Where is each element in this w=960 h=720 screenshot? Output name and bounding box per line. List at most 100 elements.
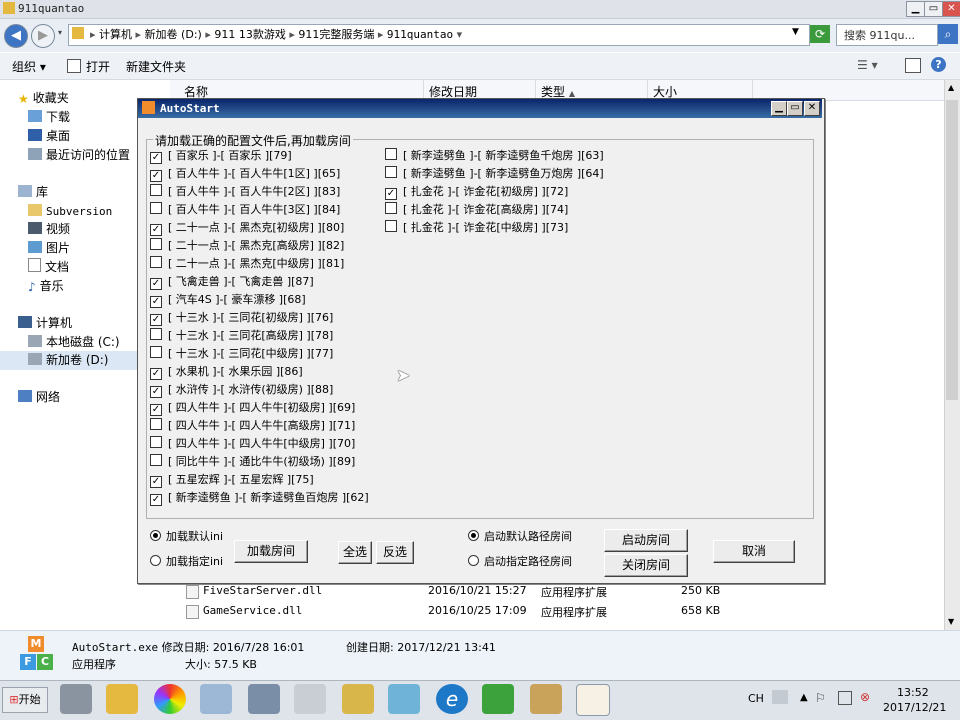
new-folder-button[interactable]: 新建文件夹 — [126, 58, 186, 75]
mouse-cursor-icon: ➤ — [396, 366, 411, 386]
sync-icon[interactable] — [482, 684, 514, 714]
invert-selection-button[interactable]: 反选 — [376, 541, 414, 564]
column-separator[interactable] — [647, 80, 648, 100]
organize-button[interactable]: 组织 ▾ — [12, 58, 46, 75]
load-specified-ini-radio[interactable]: 加载指定ini — [150, 555, 223, 569]
back-button[interactable]: ◀ — [4, 24, 28, 48]
room-checkbox[interactable]: [ 四人牛牛 ]-[ 四人牛牛[高级房] ][71] — [150, 417, 369, 435]
scrollbar-thumb[interactable] — [946, 100, 958, 400]
select-all-button[interactable]: 全选 — [338, 541, 372, 564]
room-checkbox[interactable]: [ 扎金花 ]-[ 诈金花[高级房] ][74] — [385, 201, 604, 219]
network-app-icon[interactable] — [200, 684, 232, 714]
keyboard-icon[interactable] — [772, 690, 788, 704]
room-checkbox[interactable]: [ 扎金花 ]-[ 诈金花[中级房] ][73] — [385, 219, 604, 237]
room-checkbox[interactable]: [ 新李逵劈鱼 ]-[ 新李逵劈鱼千炮房 ][63] — [385, 147, 604, 165]
forward-button[interactable]: ▶ — [31, 24, 55, 48]
volume-muted-icon[interactable]: ⊗ — [860, 690, 870, 704]
room-checkbox[interactable]: ✓ [ 汽车4S ]-[ 豪车漂移 ][68] — [150, 291, 369, 309]
explorer-icon[interactable] — [106, 684, 138, 714]
breadcrumb-item[interactable]: 911完整服务端 — [298, 28, 374, 41]
room-checkbox[interactable]: [ 新李逵劈鱼 ]-[ 新李逵劈鱼万炮房 ][64] — [385, 165, 604, 183]
room-checkbox[interactable]: [ 二十一点 ]-[ 黑杰克[高级房] ][82] — [150, 237, 369, 255]
refresh-icon[interactable]: ⟳ — [810, 25, 830, 43]
sort-ascending-icon: ▲ — [568, 89, 575, 98]
room-checkbox[interactable]: [ 百人牛牛 ]-[ 百人牛牛[3区] ][84] — [150, 201, 369, 219]
dialog-title-bar[interactable] — [138, 99, 822, 118]
minimize-button[interactable]: ▁ — [906, 1, 925, 17]
notepad-icon[interactable] — [388, 684, 420, 714]
database-icon[interactable] — [248, 684, 280, 714]
start-specified-path-radio[interactable]: 启动指定路径房间 — [468, 555, 572, 569]
checkmark-icon: ✓ — [150, 224, 162, 236]
folder-icon — [3, 2, 15, 14]
close-button[interactable]: ✕ — [942, 1, 960, 17]
room-checkbox[interactable]: [ 同比牛牛 ]-[ 通比牛牛(初级场) ][89] — [150, 453, 369, 471]
room-checkbox[interactable]: [ 二十一点 ]-[ 黑杰克[中级房] ][81] — [150, 255, 369, 273]
room-checkbox[interactable]: ✓ [ 五星宏辉 ]-[ 五星宏辉 ][75] — [150, 471, 369, 489]
scroll-down-icon[interactable]: ▼ — [948, 617, 954, 626]
search-icon[interactable]: ⌕ — [938, 24, 958, 44]
room-label: [ 十三水 ]-[ 三同花[高级房] ][78] — [168, 329, 334, 342]
monitor-icon[interactable] — [342, 684, 374, 714]
room-checkbox[interactable]: ✓ [ 新李逵劈鱼 ]-[ 新李逵劈鱼百炮房 ][62] — [150, 489, 369, 507]
dialog-close-button[interactable]: ✕ — [804, 101, 820, 116]
column-separator[interactable] — [423, 80, 424, 100]
room-checkbox[interactable]: ✓ [ 百家乐 ]-[ 百家乐 ][79] — [150, 147, 369, 165]
room-label: [ 新李逵劈鱼 ]-[ 新李逵劈鱼百炮房 ][62] — [168, 491, 369, 504]
language-indicator[interactable]: CH — [748, 692, 764, 705]
tools-icon[interactable] — [530, 684, 562, 714]
internet-explorer-icon[interactable]: e — [436, 684, 468, 714]
color-wheel-icon[interactable] — [154, 684, 186, 714]
start-room-button[interactable]: 启动房间 — [604, 529, 688, 552]
show-hidden-icons-icon[interactable]: ▲ — [800, 692, 808, 703]
dialog-maximize-button[interactable]: ▭ — [787, 101, 803, 116]
room-checkbox[interactable]: [ 十三水 ]-[ 三同花[中级房] ][77] — [150, 345, 369, 363]
checkmark-icon: ✓ — [150, 278, 162, 290]
start-default-path-radio[interactable]: 启动默认路径房间 — [468, 530, 572, 544]
network-tray-icon[interactable] — [838, 691, 852, 705]
autostart-taskbar-icon[interactable] — [576, 684, 610, 716]
room-checkbox[interactable]: ✓ [ 十三水 ]-[ 三同花[初级房] ][76] — [150, 309, 369, 327]
view-options-icon[interactable]: ☰ ▾ — [857, 58, 878, 72]
room-checkbox[interactable]: [ 十三水 ]-[ 三同花[高级房] ][78] — [150, 327, 369, 345]
room-checkbox[interactable]: ✓ [ 扎金花 ]-[ 诈金花[初级房] ][72] — [385, 183, 604, 201]
column-separator[interactable] — [535, 80, 536, 100]
room-label: [ 百人牛牛 ]-[ 百人牛牛[1区] ][65] — [168, 167, 341, 180]
room-checkbox[interactable]: ✓ [ 水果机 ]-[ 水果乐园 ][86] — [150, 363, 369, 381]
cancel-button[interactable]: 取消 — [713, 540, 795, 563]
open-icon — [67, 59, 81, 73]
clock-time[interactable]: 13:52 — [897, 686, 929, 699]
dialog-minimize-button[interactable]: ▁ — [771, 101, 787, 116]
breadcrumb-item[interactable]: 新加卷 (D:) — [145, 28, 202, 41]
load-default-ini-radio[interactable]: 加载默认ini — [150, 530, 223, 544]
address-dropdown-icon[interactable]: ▼ — [792, 27, 799, 37]
details-line-1: AutoStart.exe 修改日期: 2016/7/28 16:01 — [72, 639, 304, 655]
room-checkbox[interactable]: [ 四人牛牛 ]-[ 四人牛牛[中级房] ][70] — [150, 435, 369, 453]
radio-label: 启动默认路径房间 — [484, 530, 572, 543]
room-checkbox[interactable]: ✓ [ 水浒传 ]-[ 水浒传(初级房) ][88] — [150, 381, 369, 399]
room-checkbox[interactable]: [ 百人牛牛 ]-[ 百人牛牛[2区] ][83] — [150, 183, 369, 201]
dll-file-icon — [186, 585, 199, 599]
open-button[interactable]: 打开 — [86, 58, 110, 75]
start-button[interactable]: ⊞开始 — [2, 687, 48, 713]
load-room-button[interactable]: 加载房间 — [234, 540, 308, 563]
recent-pages-chevron-icon[interactable]: ▾ — [58, 28, 62, 37]
breadcrumb-item[interactable]: 911 13款游戏 — [214, 28, 286, 41]
preview-pane-icon[interactable] — [905, 58, 921, 73]
room-checkbox[interactable]: ✓ [ 百人牛牛 ]-[ 百人牛牛[1区] ][65] — [150, 165, 369, 183]
room-checkbox[interactable]: ✓ [ 二十一点 ]-[ 黑杰克[初级房] ][80] — [150, 219, 369, 237]
clock-date[interactable]: 2017/12/21 — [883, 701, 946, 714]
help-icon[interactable]: ? — [931, 57, 946, 72]
flag-icon[interactable]: ⚐ — [815, 691, 826, 705]
maximize-button[interactable]: ▭ — [924, 1, 943, 17]
breadcrumb-item[interactable]: 911quantao — [387, 28, 453, 41]
select-tool-icon[interactable] — [294, 684, 326, 714]
room-checkbox[interactable]: ✓ [ 飞禽走兽 ]-[ 飞禽走兽 ][87] — [150, 273, 369, 291]
server-manager-icon[interactable] — [60, 684, 92, 714]
scroll-up-icon[interactable]: ▲ — [948, 83, 954, 92]
checkmark-icon: ✓ — [150, 476, 162, 488]
column-separator[interactable] — [752, 80, 753, 100]
close-room-button[interactable]: 关闭房间 — [604, 554, 688, 577]
room-checkbox[interactable]: ✓ [ 四人牛牛 ]-[ 四人牛牛[初级房] ][69] — [150, 399, 369, 417]
breadcrumb-item[interactable]: 计算机 — [99, 28, 132, 41]
